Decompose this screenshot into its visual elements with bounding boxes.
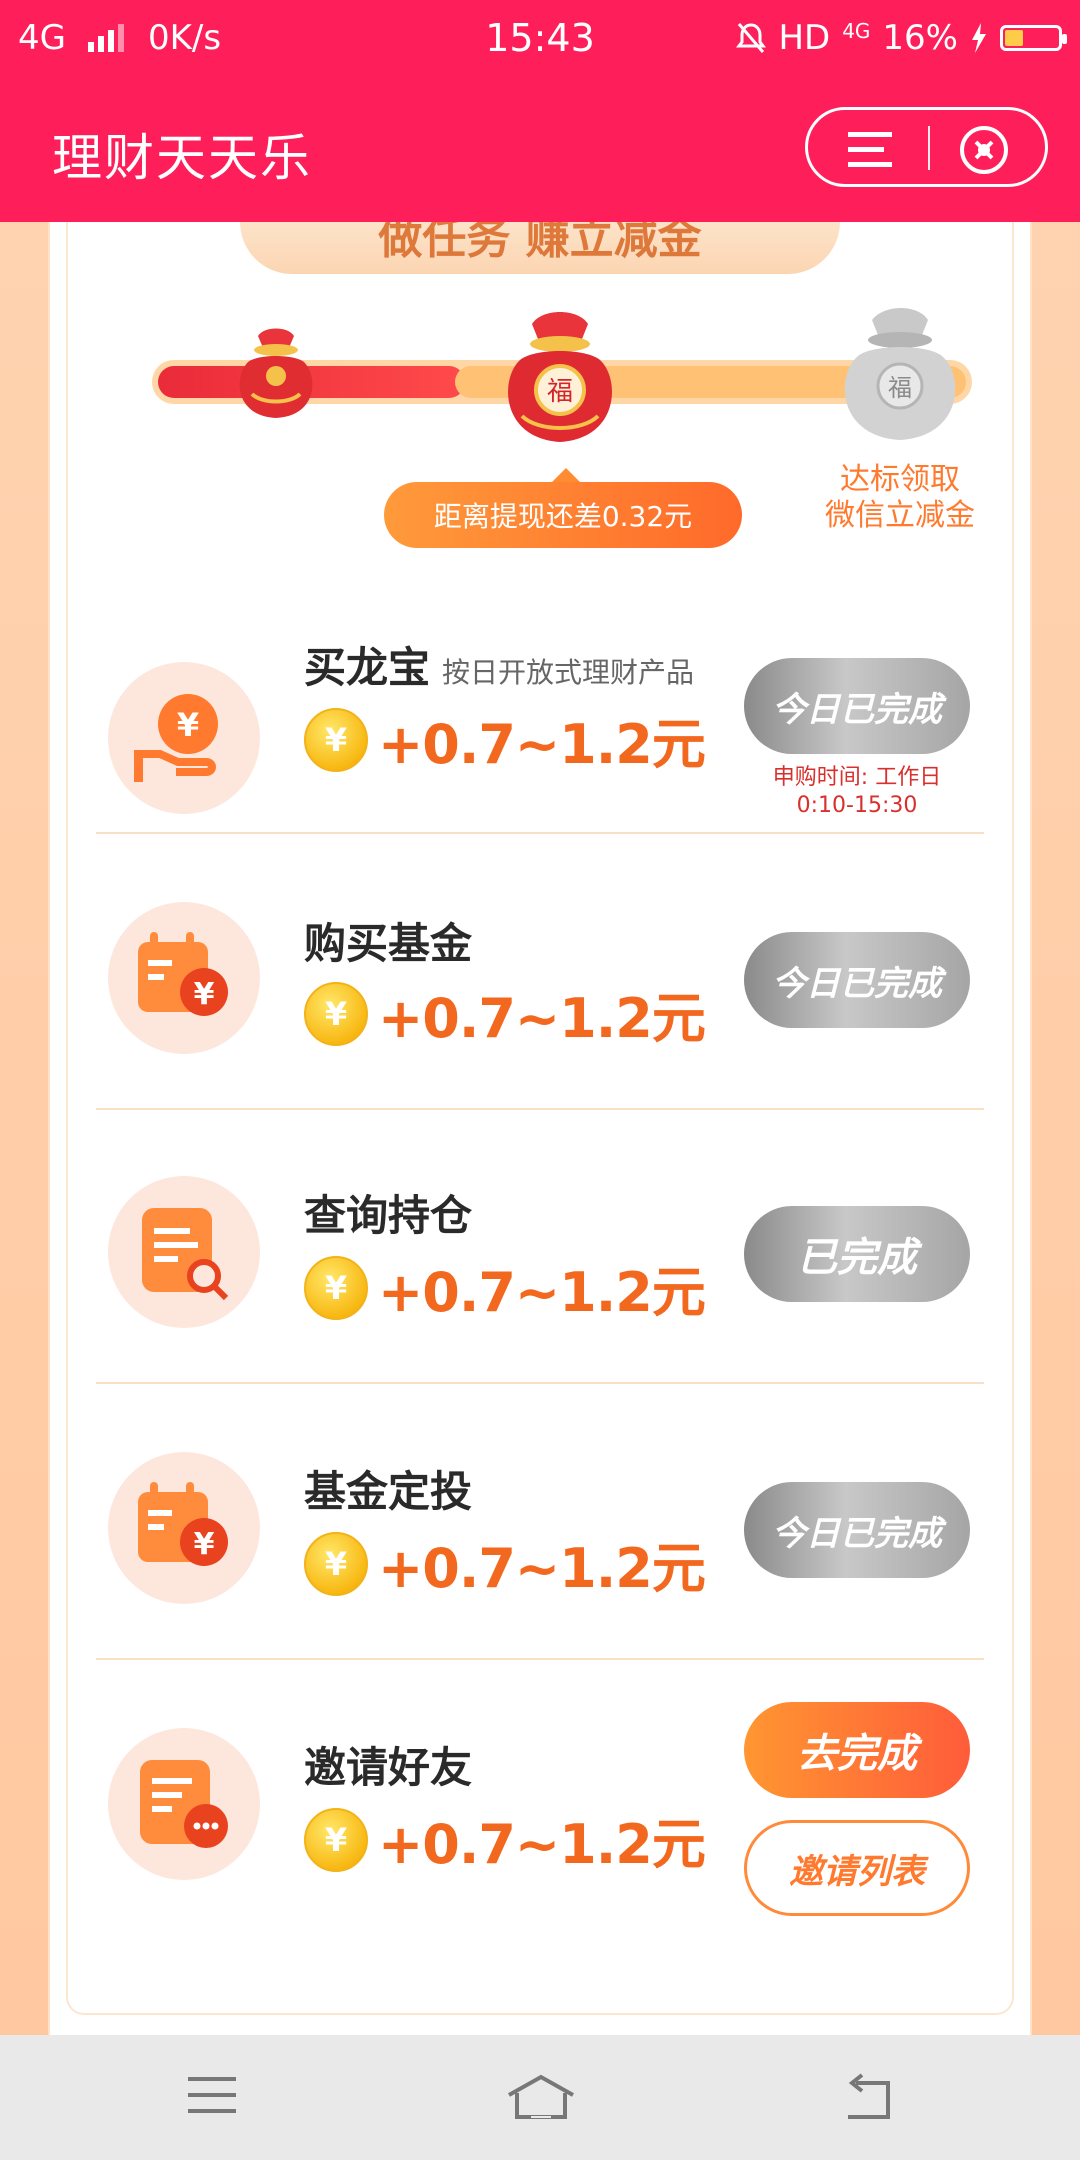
task-name: 买龙宝 按日开放式理财产品 <box>304 634 694 695</box>
svg-text:¥: ¥ <box>194 977 215 1012</box>
completed-today-button[interactable]: 今日已完成 <box>744 658 970 754</box>
status-bar: 4G 0K/s 15:43 HD 4G 16% <box>0 0 1080 76</box>
left-margin <box>0 222 48 2035</box>
task-icon-circle: ¥ <box>108 902 260 1054</box>
svg-text:福: 福 <box>888 374 912 402</box>
divider <box>96 1108 984 1110</box>
task-reward: ¥ +0.7~1.2元 <box>304 700 706 779</box>
reward-amount: +0.7~1.2元 <box>378 713 706 776</box>
net-type-label: 4G <box>842 19 871 43</box>
svg-text:¥: ¥ <box>177 706 199 744</box>
menu-icon <box>848 132 892 167</box>
task-icon-circle: ¥ <box>108 1452 260 1604</box>
reward-amount: +0.7~1.2元 <box>378 1813 706 1876</box>
red-packet-bag-icon-current: 福 <box>508 312 612 442</box>
close-icon <box>960 126 1008 174</box>
home-button[interactable] <box>505 2073 577 2127</box>
system-nav-bar <box>0 2035 1080 2160</box>
task-subtitle: 按日开放式理财产品 <box>442 656 695 689</box>
reward-amount: +0.7~1.2元 <box>378 987 706 1050</box>
document-search-icon <box>142 1208 229 1301</box>
calendar-yen-icon: ¥ <box>138 1482 228 1566</box>
divider <box>96 832 984 834</box>
task-reward: ¥ +0.7~1.2元 <box>304 1248 706 1327</box>
document-chat-icon <box>140 1760 228 1848</box>
menu-button[interactable] <box>840 128 900 172</box>
right-margin <box>1032 222 1080 2035</box>
app-header: 4G 0K/s 15:43 HD 4G 16% 理财天天乐 <box>0 0 1080 222</box>
completed-today-button[interactable]: 今日已完成 <box>744 932 970 1028</box>
task-reward: ¥ +0.7~1.2元 <box>304 1800 706 1879</box>
task-reward: ¥ +0.7~1.2元 <box>304 974 706 1053</box>
back-icon <box>848 2073 890 2119</box>
battery-percent: 16% <box>882 18 958 58</box>
svg-text:¥: ¥ <box>194 1527 215 1562</box>
home-icon <box>508 2074 574 2119</box>
task-name: 查询持仓 <box>304 1191 473 1240</box>
task-icon-circle: ¥ <box>108 662 260 814</box>
banner-title: 做任务 赚立减金 <box>378 222 702 264</box>
page-title: 理财天天乐 <box>52 129 312 187</box>
mini-program-capsule <box>805 107 1048 187</box>
coin-hand-icon: ¥ <box>134 694 218 782</box>
red-packet-bag-icon-small <box>239 328 313 418</box>
hd-label: HD <box>778 18 831 58</box>
mute-bell-icon <box>736 23 767 53</box>
svg-text:福: 福 <box>547 377 573 407</box>
card-banner: 做任务 赚立减金 <box>240 222 840 274</box>
withdraw-gap-tip: 距离提现还差0.32元 <box>384 468 742 548</box>
goal-label-line1: 达标领取 <box>840 462 960 497</box>
completed-button[interactable]: 已完成 <box>744 1206 970 1302</box>
reward-amount: +0.7~1.2元 <box>378 1537 706 1600</box>
task-row: 查询持仓 ¥ +0.7~1.2元 已完成 <box>96 1114 984 1390</box>
completed-today-button[interactable]: 今日已完成 <box>744 1482 970 1578</box>
invite-list-button[interactable]: 邀请列表 <box>744 1820 970 1916</box>
task-name: 邀请好友 <box>304 1743 473 1792</box>
menu-icon <box>188 2077 236 2113</box>
divider <box>96 1382 984 1384</box>
task-row: ¥ 买龙宝 按日开放式理财产品 ¥ +0.7~1.2元 今日已完成 申购时间: 工… <box>96 600 984 876</box>
coin-icon: ¥ <box>304 1255 368 1320</box>
task-row: 邀请好友 ¥ +0.7~1.2元 去完成 邀请列表 <box>96 1666 984 1942</box>
coin-icon: ¥ <box>304 707 368 772</box>
task-name-text: 买龙宝 <box>304 643 431 692</box>
task-row: ¥ 购买基金 ¥ +0.7~1.2元 今日已完成 <box>96 840 984 1116</box>
goal-label: 达标领取 微信立减金 <box>800 462 1000 534</box>
calendar-yen-icon: ¥ <box>138 932 228 1016</box>
task-icon-circle <box>108 1728 260 1880</box>
purchase-time-note: 申购时间: 工作日 0:10-15:30 <box>772 765 942 818</box>
battery-icon <box>1000 25 1067 51</box>
close-button[interactable] <box>958 124 1010 176</box>
divider <box>96 1658 984 1660</box>
goal-label-line2: 微信立减金 <box>825 498 975 533</box>
go-complete-button[interactable]: 去完成 <box>744 1702 970 1798</box>
task-name: 购买基金 <box>304 919 473 968</box>
capsule-divider <box>928 126 930 170</box>
back-button[interactable] <box>840 2073 896 2127</box>
coin-icon: ¥ <box>304 981 368 1046</box>
task-icon-circle <box>108 1176 260 1328</box>
task-row: ¥ 基金定投 ¥ +0.7~1.2元 今日已完成 <box>96 1390 984 1666</box>
charging-icon <box>972 23 986 53</box>
task-name: 基金定投 <box>304 1467 473 1516</box>
recent-apps-button[interactable] <box>184 2073 240 2123</box>
task-reward: ¥ +0.7~1.2元 <box>304 1524 706 1603</box>
coin-icon: ¥ <box>304 1531 368 1596</box>
coin-icon: ¥ <box>304 1807 368 1872</box>
gray-reward-bag-icon: 福 <box>844 308 956 440</box>
reward-amount: +0.7~1.2元 <box>378 1261 706 1324</box>
